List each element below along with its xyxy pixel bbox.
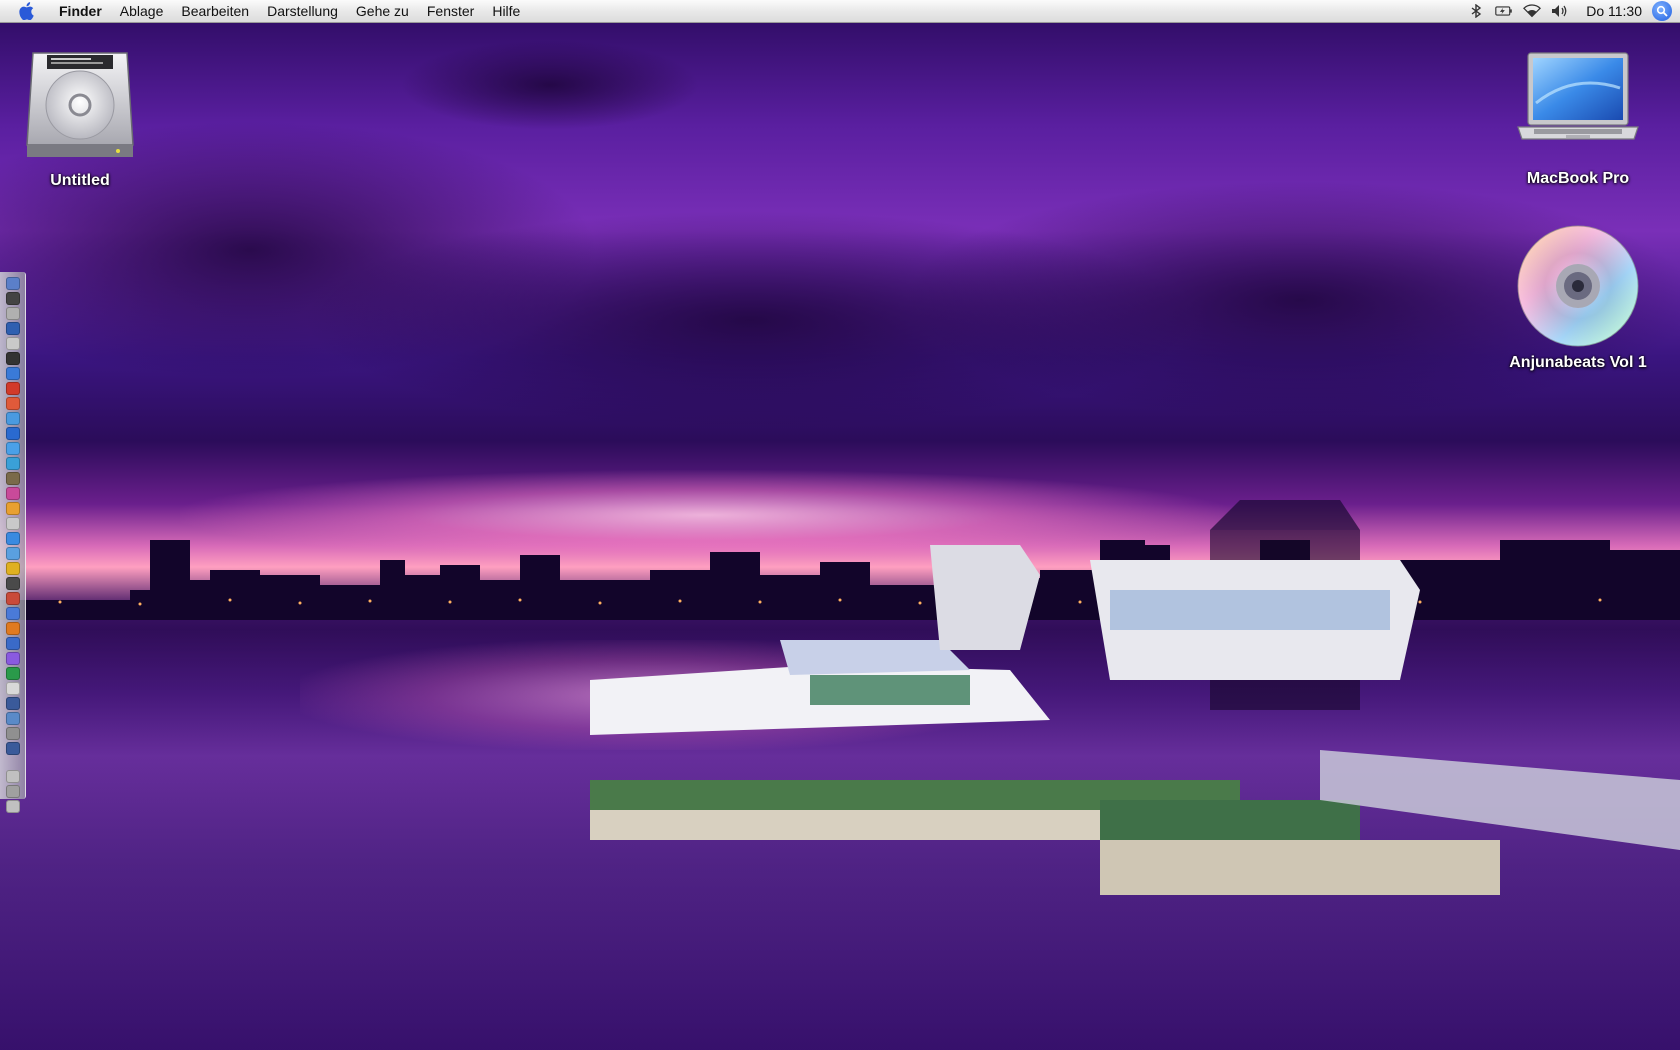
hard-drive-icon bbox=[16, 40, 144, 168]
menu-ablage[interactable]: Ablage bbox=[111, 0, 173, 22]
dock-folder-icon[interactable] bbox=[5, 800, 20, 813]
menu-bar: Finder Ablage Bearbeiten Darstellung Geh… bbox=[0, 0, 1680, 23]
dock-app-icon[interactable] bbox=[5, 562, 20, 575]
volume-icon[interactable] bbox=[1551, 3, 1569, 19]
dock-app-icon[interactable] bbox=[5, 397, 20, 410]
menu-hilfe[interactable]: Hilfe bbox=[483, 0, 529, 22]
dock-app-icon[interactable] bbox=[5, 457, 20, 470]
dock-app-icon[interactable] bbox=[5, 622, 20, 635]
desktop-icon-label: Untitled bbox=[50, 172, 110, 189]
dock-app-icon[interactable] bbox=[5, 652, 20, 665]
dock bbox=[0, 272, 26, 813]
dock-app-icon[interactable] bbox=[5, 307, 20, 320]
dock-app-icon[interactable] bbox=[5, 667, 20, 680]
menu-finder[interactable]: Finder bbox=[50, 0, 111, 22]
dock-app-icon[interactable] bbox=[5, 472, 20, 485]
dock-app-icon[interactable] bbox=[5, 292, 20, 305]
desktop-icon-macbook-pro[interactable]: MacBook Pro bbox=[1498, 38, 1658, 188]
dock-app-icon[interactable] bbox=[5, 412, 20, 425]
dock-app-icon[interactable] bbox=[5, 277, 20, 290]
spotlight-icon[interactable] bbox=[1652, 1, 1672, 21]
wifi-icon[interactable] bbox=[1523, 3, 1542, 19]
dock-app-icon[interactable] bbox=[5, 742, 20, 755]
desktop-icon-label: Anjunabeats Vol 1 bbox=[1509, 354, 1647, 371]
desktop[interactable]: Finder Ablage Bearbeiten Darstellung Geh… bbox=[0, 0, 1680, 1050]
bluetooth-icon[interactable] bbox=[1467, 3, 1485, 19]
dock-folder-icon[interactable] bbox=[5, 770, 20, 783]
dock-app-icon[interactable] bbox=[5, 547, 20, 560]
dock-app-icon[interactable] bbox=[5, 607, 20, 620]
dock-app-icon[interactable] bbox=[5, 427, 20, 440]
dock-folder-icon[interactable] bbox=[5, 785, 20, 798]
dock-app-icon[interactable] bbox=[5, 382, 20, 395]
dock-app-icon[interactable] bbox=[5, 682, 20, 695]
dock-app-icon[interactable] bbox=[5, 487, 20, 500]
cd-icon bbox=[1514, 222, 1642, 350]
dock-app-icon[interactable] bbox=[5, 727, 20, 740]
menu-clock[interactable]: Do 11:30 bbox=[1574, 0, 1652, 22]
desktop-icon-anjunabeats[interactable]: Anjunabeats Vol 1 bbox=[1498, 222, 1658, 372]
menu-bearbeiten[interactable]: Bearbeiten bbox=[172, 0, 258, 22]
menu-gehe-zu[interactable]: Gehe zu bbox=[347, 0, 418, 22]
dock-app-icon[interactable] bbox=[5, 337, 20, 350]
dock-app-icon[interactable] bbox=[5, 322, 20, 335]
menu-darstellung[interactable]: Darstellung bbox=[258, 0, 347, 22]
dock-items bbox=[5, 276, 20, 757]
desktop-icon-label: MacBook Pro bbox=[1526, 170, 1630, 187]
menu-fenster[interactable]: Fenster bbox=[418, 0, 483, 22]
dock-app-icon[interactable] bbox=[5, 352, 20, 365]
laptop-icon bbox=[1514, 38, 1642, 166]
dock-tail-items bbox=[5, 769, 20, 815]
dock-app-icon[interactable] bbox=[5, 577, 20, 590]
dock-app-icon[interactable] bbox=[5, 592, 20, 605]
dock-app-icon[interactable] bbox=[5, 712, 20, 725]
battery-icon[interactable] bbox=[1495, 3, 1513, 19]
dock-app-icon[interactable] bbox=[5, 697, 20, 710]
dock-app-icon[interactable] bbox=[5, 442, 20, 455]
dock-app-icon[interactable] bbox=[5, 637, 20, 650]
apple-menu-icon[interactable] bbox=[18, 2, 34, 20]
dock-app-icon[interactable] bbox=[5, 367, 20, 380]
desktop-icon-untitled[interactable]: Untitled bbox=[0, 40, 160, 190]
dock-app-icon[interactable] bbox=[5, 517, 20, 530]
dock-app-icon[interactable] bbox=[5, 532, 20, 545]
dock-app-icon[interactable] bbox=[5, 502, 20, 515]
